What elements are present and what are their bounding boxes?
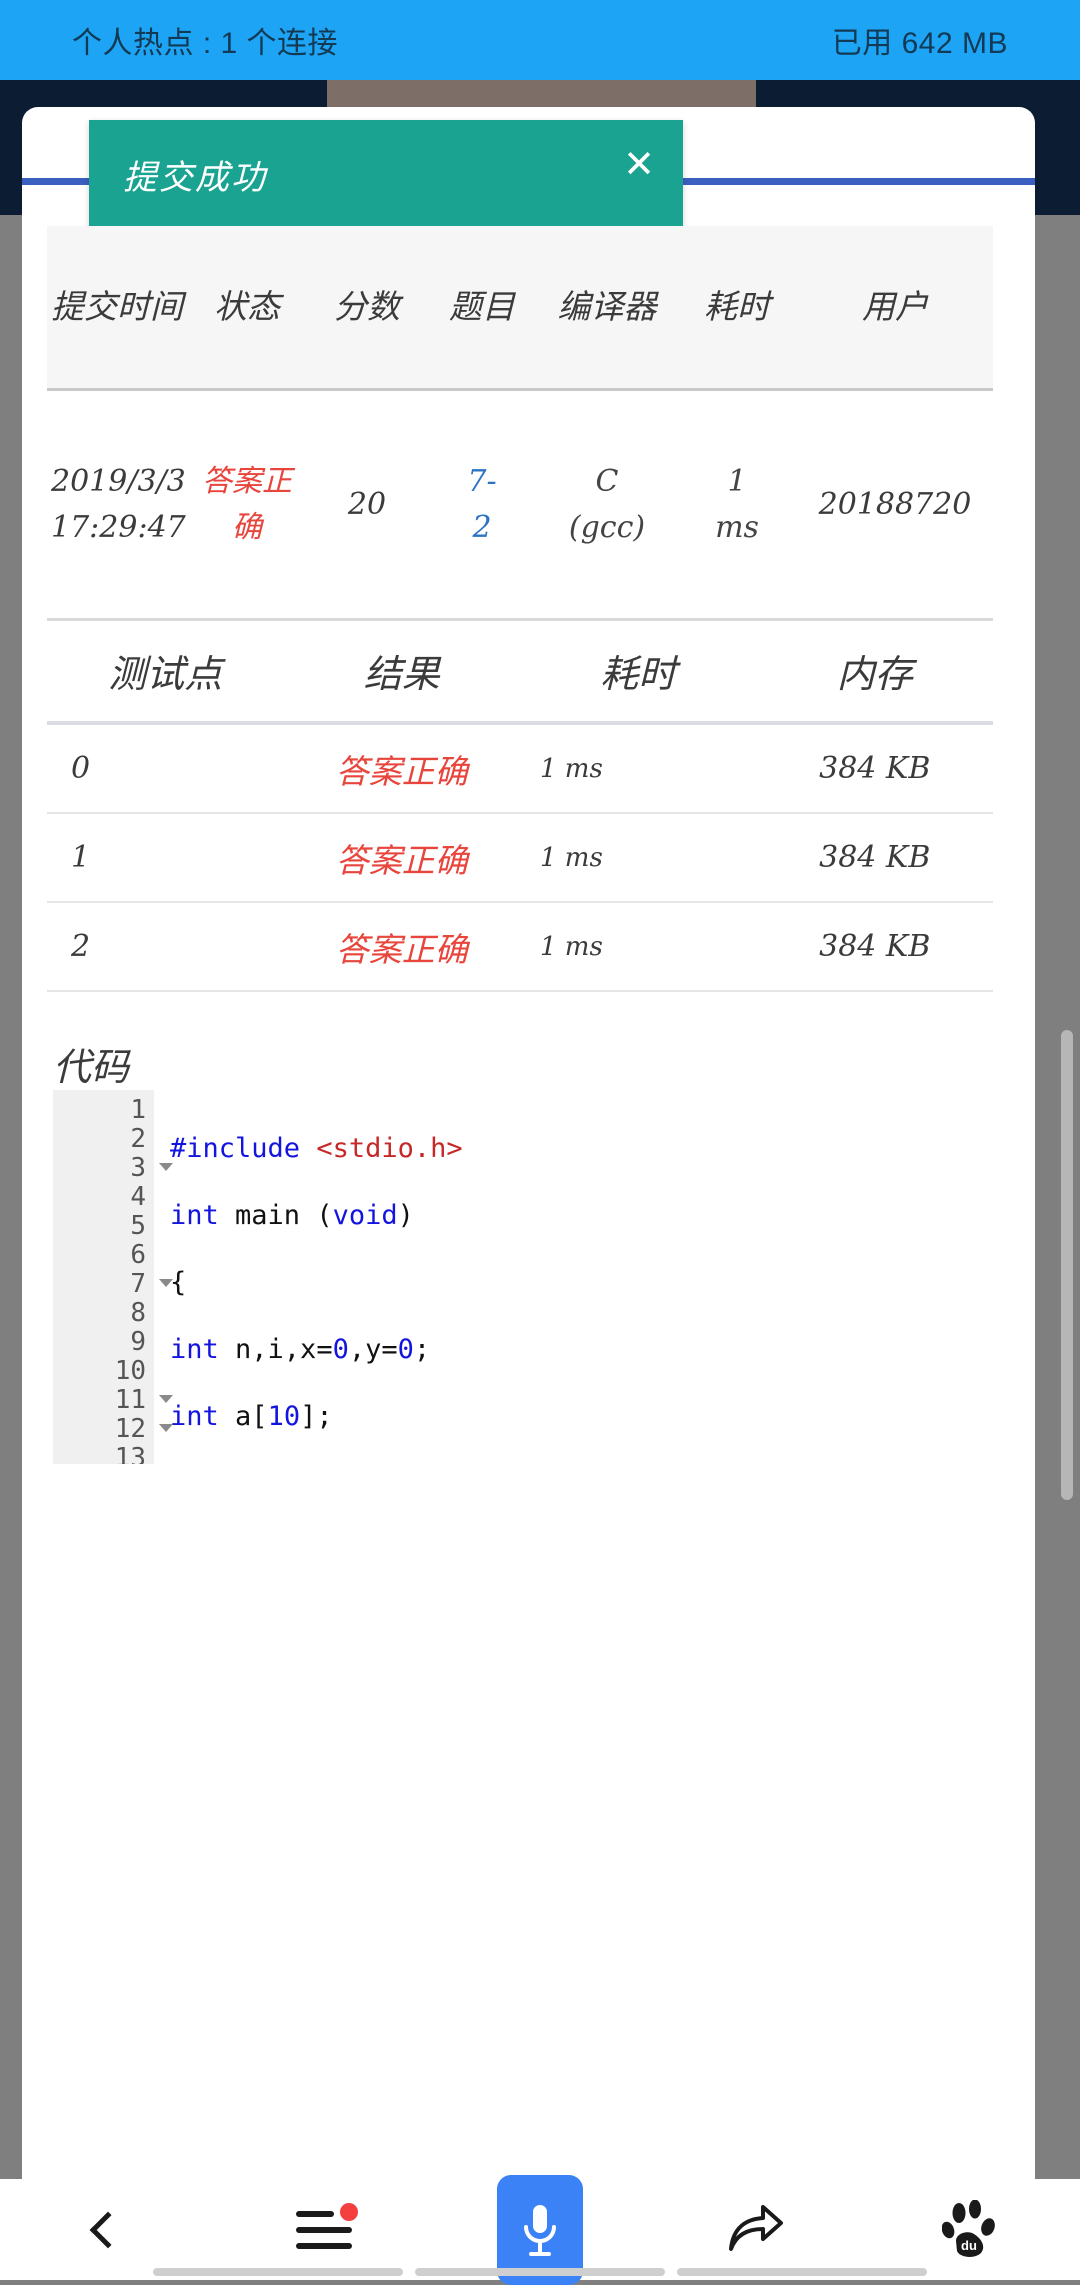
- table-row: 0 答案正确 1 ms 384 KB: [47, 725, 993, 814]
- code-section-title: 代码: [53, 1036, 129, 1091]
- column-header-problem: 题目: [427, 285, 537, 329]
- hotspot-connections-label: 个人热点 : 1 个连接: [72, 18, 338, 62]
- close-icon[interactable]: ✕: [623, 146, 655, 184]
- testpoint-result: 答案正确: [284, 834, 521, 882]
- hotspot-status-bar: 个人热点 : 1 个连接 已用 642 MB: [0, 0, 1080, 80]
- column-header-time: 提交时间: [47, 285, 187, 329]
- testpoint-index: 0: [47, 751, 284, 786]
- hamburger-menu-icon: [296, 2207, 352, 2253]
- cell-score: 20: [307, 482, 427, 528]
- cell-submit-time: 2019/3/3 17:29:47: [47, 459, 187, 551]
- notification-badge-dot: [340, 2203, 358, 2221]
- column-header-memory: 内存: [757, 643, 994, 698]
- hotspot-data-used-label: 已用 642 MB: [832, 18, 1008, 62]
- line-number: 12: [53, 1415, 154, 1444]
- home-bar-center: [415, 2268, 665, 2276]
- column-header-testpoint: 测试点: [47, 643, 284, 698]
- share-button[interactable]: [686, 2179, 826, 2280]
- submission-table-header: 提交时间 状态 分数 题目 编译器 耗时 用户: [47, 226, 993, 391]
- testpoint-memory: 384 KB: [757, 751, 994, 786]
- table-row: 1 答案正确 1 ms 384 KB: [47, 814, 993, 903]
- line-number: 6: [53, 1241, 154, 1270]
- line-number: 9: [53, 1328, 154, 1357]
- svg-text:du: du: [961, 2238, 977, 2253]
- compiler-language: C: [596, 464, 619, 499]
- bottom-navigation-bar: du: [0, 2179, 1080, 2280]
- toast-message: 提交成功: [123, 150, 267, 199]
- testpoint-result: 答案正确: [284, 745, 521, 793]
- line-number: 13: [53, 1444, 154, 1464]
- testpoint-time: 1 ms: [520, 754, 757, 784]
- submission-summary-table: 提交时间 状态 分数 题目 编译器 耗时 用户 2019/3/3 17:29:4…: [47, 226, 993, 621]
- line-number: 11: [53, 1386, 154, 1415]
- line-number: 3: [53, 1154, 154, 1183]
- line-number: 2: [53, 1125, 154, 1154]
- testpoint-table: 测试点 结果 耗时 内存 0 答案正确 1 ms 384 KB 1 答案正确 1…: [47, 620, 993, 992]
- home-bar-right: [677, 2268, 927, 2276]
- code-gutter: 1 2 3 4 5 6 7 8 9 10 11 12 13: [53, 1090, 154, 1464]
- problem-id-part1: 7-: [467, 464, 496, 499]
- elapsed-unit: ms: [715, 510, 759, 545]
- submit-clock: 17:29:47: [51, 510, 186, 545]
- code-line: int a[10];: [170, 1402, 1013, 1431]
- home-indicator: [0, 2268, 1080, 2280]
- baidu-home-button[interactable]: du: [902, 2179, 1042, 2280]
- home-bar-left: [153, 2268, 403, 2276]
- compiler-implementation: (gcc): [569, 510, 645, 545]
- testpoint-table-header: 测试点 结果 耗时 内存: [47, 620, 993, 725]
- baidu-paw-icon: du: [942, 2200, 1002, 2260]
- code-line: #include <stdio.h>: [170, 1134, 1013, 1163]
- line-number: 4: [53, 1183, 154, 1212]
- code-line: int n,i,x=0,y=0;: [170, 1335, 1013, 1364]
- table-row: 2 答案正确 1 ms 384 KB: [47, 903, 993, 992]
- line-number: 10: [53, 1357, 154, 1386]
- line-number: 1: [53, 1096, 154, 1125]
- testpoint-time: 1 ms: [520, 932, 757, 962]
- elapsed-value: 1: [727, 464, 746, 499]
- column-header-elapsed: 耗时: [677, 285, 797, 329]
- code-viewer[interactable]: 1 2 3 4 5 6 7 8 9 10 11 12 13 #include <…: [53, 1090, 1013, 1464]
- problem-id-part2: 2: [472, 510, 491, 545]
- testpoint-time: 1 ms: [520, 843, 757, 873]
- column-header-score: 分数: [307, 285, 427, 329]
- status-badge: 答案正确: [187, 459, 307, 551]
- share-arrow-icon: [727, 2201, 785, 2258]
- testpoint-result: 答案正确: [284, 923, 521, 971]
- fold-toggle-icon[interactable]: [159, 1424, 173, 1432]
- back-button[interactable]: [38, 2179, 178, 2280]
- fold-toggle-icon[interactable]: [159, 1163, 173, 1171]
- voice-search-button[interactable]: [470, 2179, 610, 2280]
- fold-toggle-icon[interactable]: [159, 1279, 173, 1287]
- fold-toggle-icon[interactable]: [159, 1395, 173, 1403]
- cell-compiler: C (gcc): [537, 459, 677, 551]
- code-text-area[interactable]: #include <stdio.h> int main (void) { int…: [154, 1090, 1013, 1464]
- column-header-tp-time: 耗时: [520, 643, 757, 698]
- submit-date: 2019/3/3: [51, 464, 186, 499]
- code-line: {: [170, 1268, 1013, 1297]
- column-header-compiler: 编译器: [537, 285, 677, 329]
- column-header-status: 状态: [187, 285, 307, 329]
- line-number: 7: [53, 1270, 154, 1299]
- testpoint-memory: 384 KB: [757, 840, 994, 875]
- testpoint-index: 2: [47, 929, 284, 964]
- chevron-left-icon: [90, 2211, 127, 2248]
- cell-elapsed: 1 ms: [677, 459, 797, 551]
- page-scrollbar[interactable]: [1061, 1030, 1073, 1500]
- submission-success-toast: 提交成功 ✕: [89, 120, 683, 229]
- cell-user-id: 20188720: [797, 482, 993, 528]
- table-row: 2019/3/3 17:29:47 答案正确 20 7- 2 C (gcc) 1…: [47, 391, 993, 621]
- problem-link[interactable]: 7- 2: [427, 459, 537, 551]
- column-header-result: 结果: [284, 643, 521, 698]
- line-number: 8: [53, 1299, 154, 1328]
- line-number: 5: [53, 1212, 154, 1241]
- column-header-user: 用户: [797, 285, 993, 329]
- testpoint-memory: 384 KB: [757, 929, 994, 964]
- code-line: int main (void): [170, 1201, 1013, 1230]
- testpoint-index: 1: [47, 840, 284, 875]
- menu-button[interactable]: [254, 2179, 394, 2280]
